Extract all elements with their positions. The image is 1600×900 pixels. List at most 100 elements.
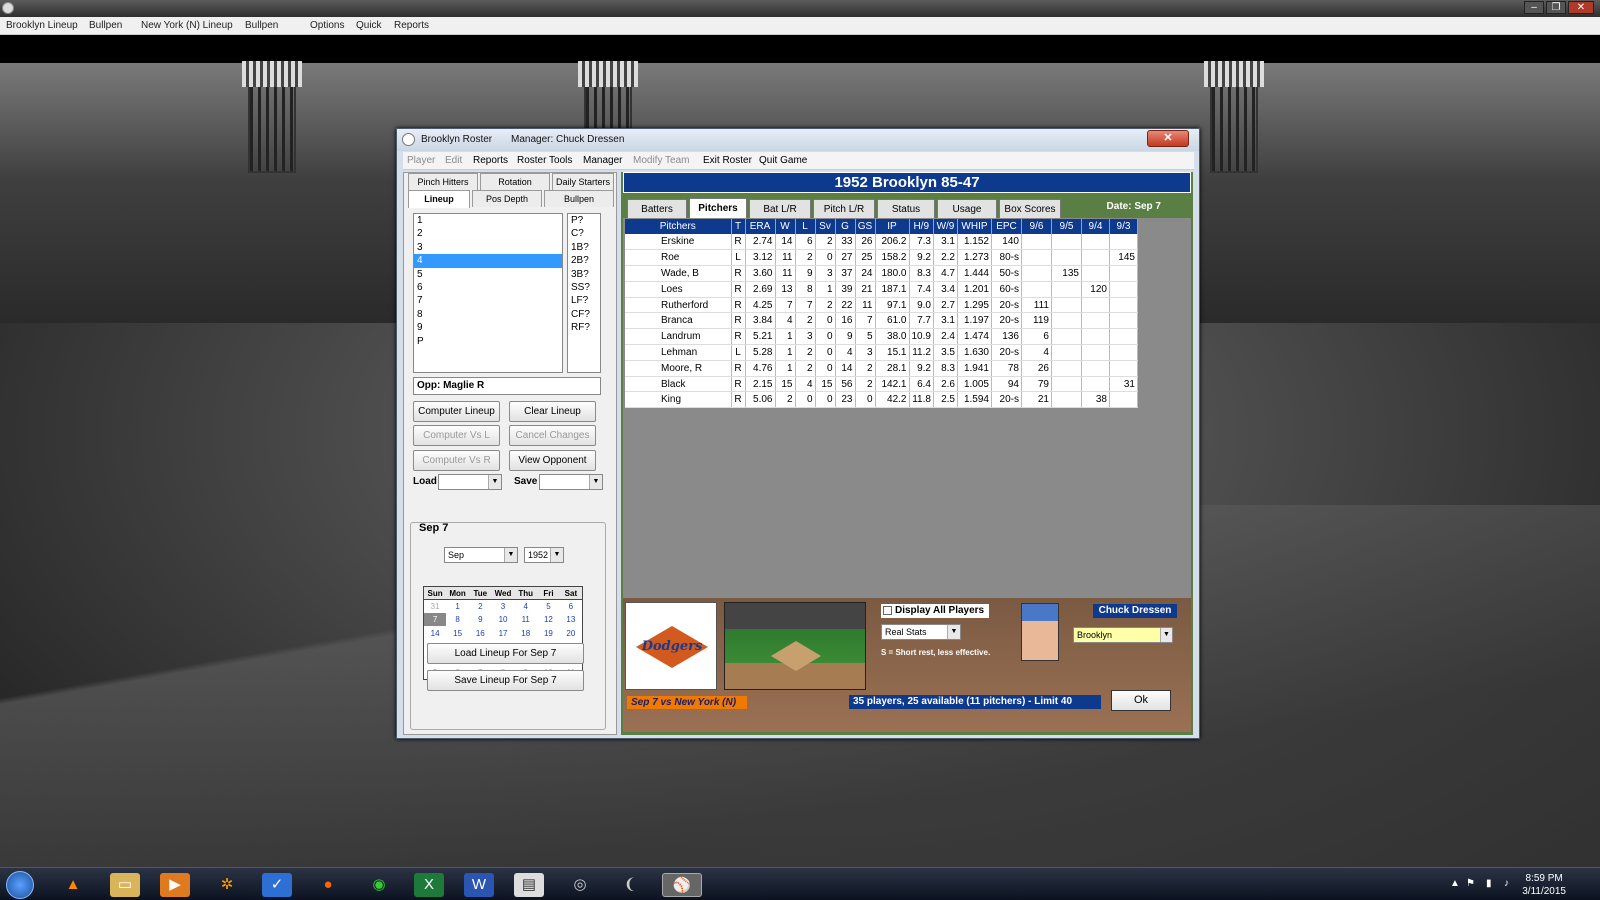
feather-icon[interactable]: ❨ (615, 873, 645, 897)
menu-window-reports[interactable]: Reports (473, 155, 508, 166)
list-item[interactable]: 3 (414, 241, 562, 254)
column-header[interactable]: GS (855, 219, 876, 234)
tray-arrow-icon[interactable]: ▲ (1450, 878, 1460, 889)
tab-pitch-lr[interactable]: Pitch L/R (813, 199, 875, 219)
stats-mode-select[interactable]: Real Stats ▼ (881, 624, 961, 640)
menu-quick[interactable]: Quick (356, 20, 382, 31)
column-header[interactable]: 9/3 (1109, 219, 1138, 234)
save-select[interactable]: ▼ (539, 474, 603, 490)
list-item[interactable]: P (414, 335, 562, 348)
menu-quit-game[interactable]: Quit Game (759, 155, 807, 166)
column-header[interactable]: 9/5 (1051, 219, 1082, 234)
position-item[interactable]: RF? (568, 321, 600, 334)
load-lineup-button[interactable]: Load Lineup For Sep 7 (427, 643, 584, 664)
list-item[interactable]: 9 (414, 321, 562, 334)
ok-button[interactable]: Ok (1111, 690, 1171, 711)
tab-lineup[interactable]: Lineup (408, 190, 470, 208)
window-close-button[interactable]: ✕ (1147, 130, 1189, 147)
computer-vs-r-button[interactable]: Computer Vs R (413, 450, 500, 471)
calendar-day[interactable]: 20 (560, 626, 583, 639)
view-opponent-button[interactable]: View Opponent (509, 450, 596, 471)
calendar-day[interactable]: 8 (446, 613, 469, 626)
computer-vs-l-button[interactable]: Computer Vs L (413, 425, 500, 446)
position-item[interactable]: SS? (568, 281, 600, 294)
network-icon[interactable]: ▮ (1486, 878, 1492, 889)
calendar-day[interactable]: 11 (514, 613, 537, 626)
column-header[interactable]: Sv (815, 219, 836, 234)
column-header[interactable]: W (775, 219, 796, 234)
menu-ny-lineup[interactable]: New York (N) Lineup (141, 20, 233, 31)
table-row[interactable]: Wade, B R 3.60 11 9 3 37 24 180.0 8.3 4.7 1.444 50-s… (625, 265, 1138, 282)
list-item[interactable]: 7 (414, 294, 562, 307)
tab-rotation[interactable]: Rotation (480, 173, 550, 190)
position-item[interactable]: 3B? (568, 268, 600, 281)
team-select[interactable]: Brooklyn ▼ (1073, 627, 1173, 643)
table-row[interactable]: Branca R 3.84 4 2 0 16 7 61.0 7.7 3.1 1.197 20-s 119 (625, 312, 1138, 330)
tab-box-scores[interactable]: Box Scores (999, 199, 1061, 219)
column-header[interactable]: G (835, 219, 856, 234)
media-player-icon[interactable]: ▶ (160, 873, 190, 897)
calendar-day[interactable]: 13 (560, 613, 583, 626)
tab-status[interactable]: Status (877, 199, 935, 219)
minimize-icon[interactable]: – (1524, 1, 1544, 14)
folder-icon[interactable]: ▭ (110, 873, 140, 897)
flag-icon[interactable]: ⚑ (1466, 878, 1475, 889)
window-app-icon[interactable]: ▤ (514, 873, 544, 897)
column-header[interactable]: IP (875, 219, 910, 234)
column-header[interactable]: Pitchers (625, 219, 732, 234)
batting-order-list[interactable]: 1 2 3 4 5 6 7 8 9 P (413, 213, 563, 373)
computer-lineup-button[interactable]: Computer Lineup (413, 401, 500, 422)
tab-batters[interactable]: Batters (627, 199, 687, 219)
chrome-icon[interactable]: ◉ (364, 873, 394, 897)
calendar-day-selected[interactable]: 7 (423, 613, 447, 627)
calendar-day[interactable]: 5 (537, 600, 560, 613)
column-header[interactable]: T (731, 219, 746, 234)
vlc-icon[interactable]: ▲ (58, 873, 88, 897)
table-row[interactable]: King R 5.06 2 0 0 23 0 42.2 11.8 2.5 1.594 20-s 21 38 (625, 391, 1138, 409)
menu-player[interactable]: Player (407, 155, 435, 166)
menu-roster-tools[interactable]: Roster Tools (517, 155, 572, 166)
clear-lineup-button[interactable]: Clear Lineup (509, 401, 596, 422)
table-row[interactable]: Lehman L 5.28 1 2 0 4 3 15.1 11.2 3.5 1.630 20-s 4 (625, 344, 1138, 361)
tab-bullpen[interactable]: Bullpen (544, 190, 614, 207)
excel-icon[interactable]: X (414, 873, 444, 897)
list-item[interactable]: 1 (414, 214, 562, 227)
restore-icon[interactable]: ❐ (1546, 1, 1566, 14)
list-item[interactable]: 8 (414, 308, 562, 321)
position-item[interactable]: 1B? (568, 241, 600, 254)
month-select[interactable]: Sep ▼ (444, 547, 518, 563)
calendar-day[interactable]: 9 (469, 613, 492, 626)
menu-brooklyn-lineup[interactable]: Brooklyn Lineup (6, 20, 78, 31)
load-select[interactable]: ▼ (438, 474, 502, 490)
checkbox-box[interactable] (883, 606, 892, 615)
tab-pos-depth[interactable]: Pos Depth (472, 190, 542, 207)
menu-reports[interactable]: Reports (394, 20, 429, 31)
position-item[interactable]: P? (568, 214, 600, 227)
table-row[interactable]: Loes R 2.69 13 8 1 39 21 187.1 7.4 3.4 1.201 60-s 120 (625, 281, 1138, 298)
table-row[interactable]: Erskine R 2.74 14 6 2 33 26 206.2 7.3 3.1 1.152 140 (625, 234, 1138, 251)
position-item[interactable]: 2B? (568, 254, 600, 267)
system-clock[interactable]: 8:59 PM 3/11/2015 (1522, 872, 1566, 898)
column-header[interactable]: H/9 (909, 219, 934, 234)
column-header[interactable]: WHIP (957, 219, 992, 234)
position-item[interactable]: LF? (568, 294, 600, 307)
tab-bat-lr[interactable]: Bat L/R (749, 199, 811, 219)
table-row[interactable]: Roe L 3.12 11 2 0 27 25 158.2 9.2 2.2 1.273 80-s 145 (625, 249, 1138, 267)
calendar-day[interactable]: 12 (537, 613, 560, 626)
column-header[interactable]: W/9 (933, 219, 958, 234)
calendar-day[interactable]: 16 (469, 626, 492, 639)
calendar-day[interactable]: 10 (492, 613, 515, 626)
calendar-day[interactable]: 6 (560, 600, 583, 613)
cancel-changes-button[interactable]: Cancel Changes (509, 425, 596, 446)
program-icon[interactable]: ✲ (212, 873, 242, 897)
position-list[interactable]: P? C? 1B? 2B? 3B? SS? LF? CF? RF? (567, 213, 601, 373)
menu-modify-team[interactable]: Modify Team (633, 155, 690, 166)
calendar-day[interactable]: 4 (514, 600, 537, 613)
calendar-day[interactable]: 18 (514, 626, 537, 639)
list-item[interactable]: 5 (414, 268, 562, 281)
save-lineup-button[interactable]: Save Lineup For Sep 7 (427, 670, 584, 691)
calendar-day[interactable]: 3 (492, 600, 515, 613)
webcam-icon[interactable]: ◎ (565, 873, 595, 897)
calendar-day[interactable]: 17 (492, 626, 515, 639)
tab-pitchers[interactable]: Pitchers (689, 198, 747, 219)
